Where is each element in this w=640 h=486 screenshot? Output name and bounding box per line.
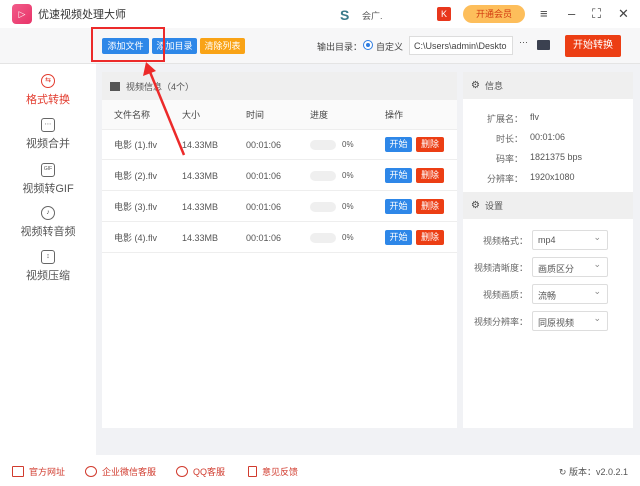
annotation-arrow <box>143 62 186 156</box>
